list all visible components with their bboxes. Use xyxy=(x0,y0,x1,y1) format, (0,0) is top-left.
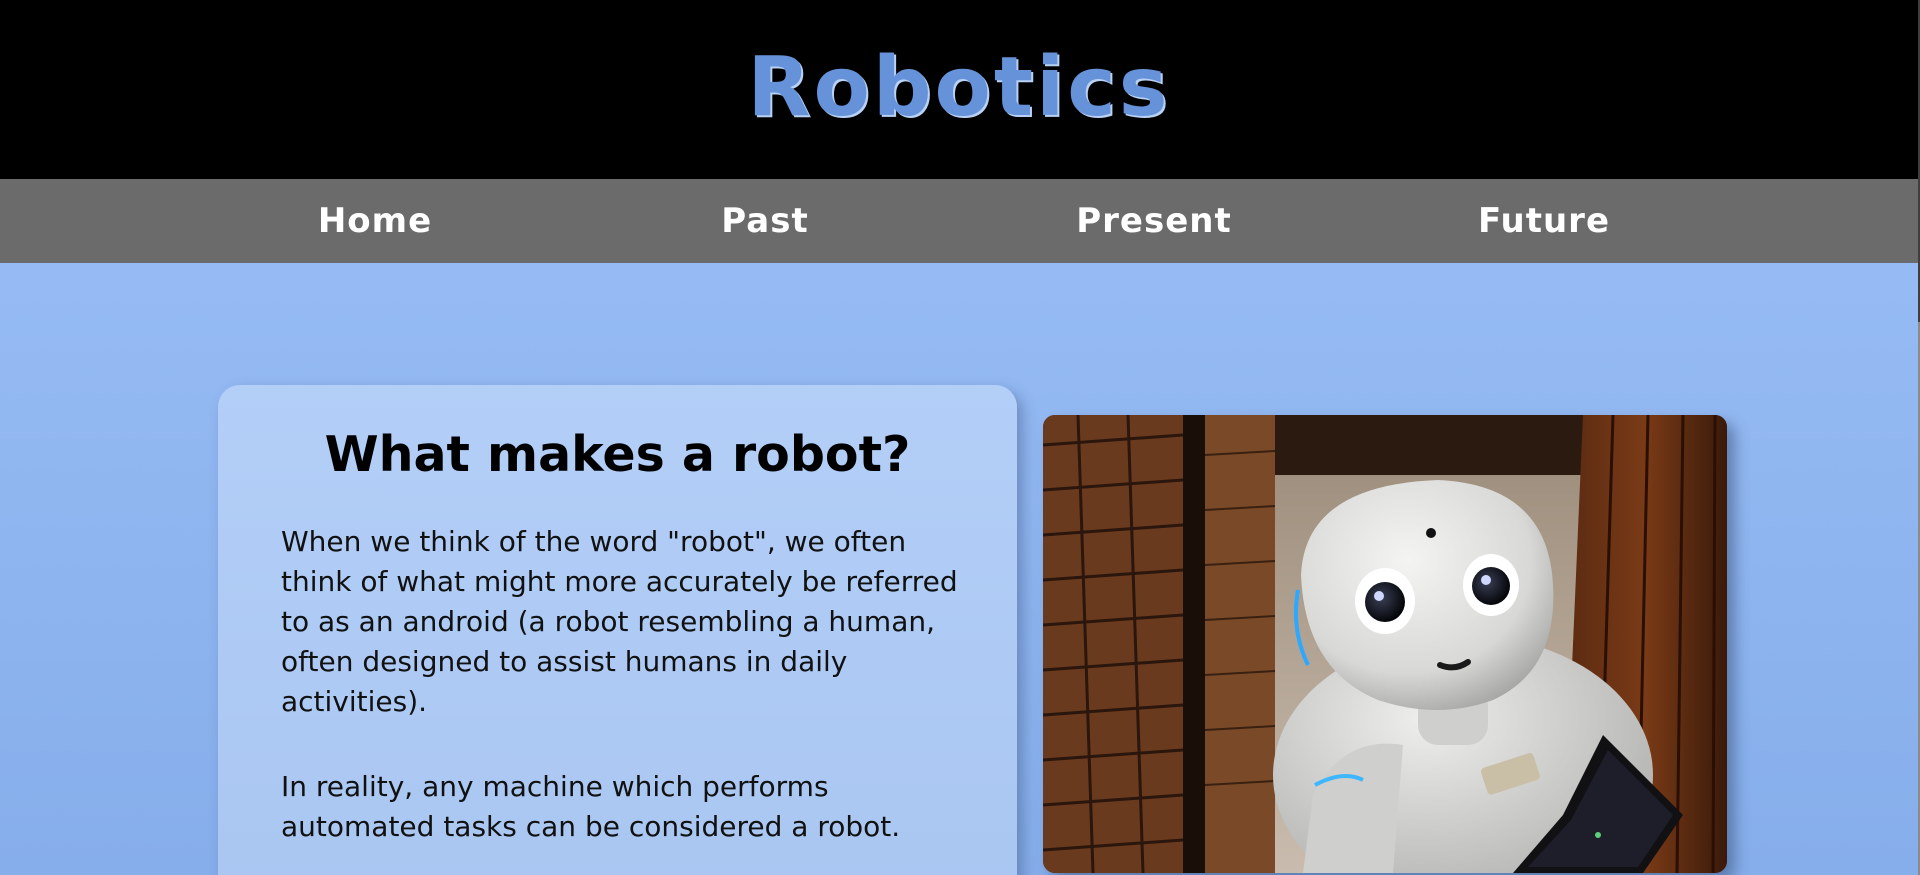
nav-link-past[interactable]: Past xyxy=(635,179,895,263)
card-paragraph-2: In reality, any machine which performs a… xyxy=(281,770,901,843)
nav-link-home[interactable]: Home xyxy=(245,179,505,263)
robot-photo-illustration xyxy=(1043,415,1727,873)
nav-link-future[interactable]: Future xyxy=(1414,179,1674,263)
card-heading: What makes a robot? xyxy=(324,426,911,483)
card-paragraph-1: When we think of the word "robot", we of… xyxy=(281,525,958,718)
main-nav: Home Past Present Future xyxy=(0,179,1918,263)
site-header: Robotics xyxy=(0,0,1918,179)
robot-photo xyxy=(1043,415,1727,873)
nav-link-present[interactable]: Present xyxy=(1024,179,1284,263)
info-card: What makes a robot? When we think of the… xyxy=(218,385,1017,875)
site-title: Robotics xyxy=(747,40,1171,135)
